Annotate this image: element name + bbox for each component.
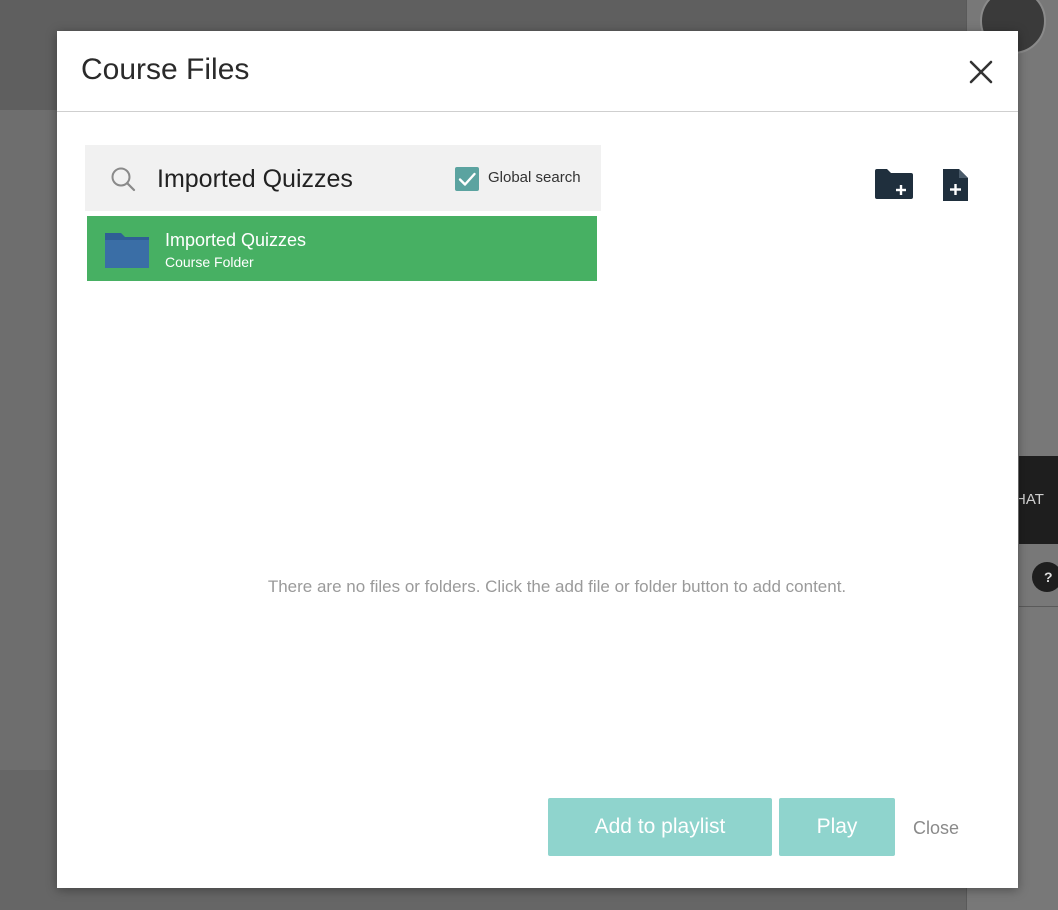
result-name: Imported Quizzes xyxy=(165,230,307,250)
add-to-playlist-button[interactable]: Add to playlist xyxy=(548,798,772,856)
play-button[interactable]: Play xyxy=(779,798,895,856)
chat-tab: HAT xyxy=(1019,456,1058,544)
modal-header: Course Files xyxy=(57,31,1018,112)
search-input[interactable] xyxy=(157,159,437,199)
close-icon[interactable] xyxy=(968,59,994,85)
close-button[interactable]: Close xyxy=(913,811,959,845)
result-type: Course Folder xyxy=(165,254,254,270)
add-folder-icon xyxy=(875,169,913,199)
add-folder-button[interactable] xyxy=(874,168,914,200)
add-file-button[interactable] xyxy=(941,168,969,202)
modal-title: Course Files xyxy=(81,53,250,86)
list-item[interactable]: Imported Quizzes Course Folder xyxy=(87,216,597,281)
checkmark-icon xyxy=(458,172,476,186)
empty-state-message: There are no files or folders. Click the… xyxy=(267,577,847,596)
search-bar: Global search xyxy=(85,145,601,211)
global-search-label: Global search xyxy=(488,169,581,186)
course-files-modal: Course Files Global search xyxy=(57,31,1018,888)
global-search-checkbox[interactable] xyxy=(455,167,479,191)
folder-icon xyxy=(104,229,150,269)
add-file-icon xyxy=(943,169,968,201)
search-icon xyxy=(110,166,136,192)
divider xyxy=(1019,606,1058,607)
